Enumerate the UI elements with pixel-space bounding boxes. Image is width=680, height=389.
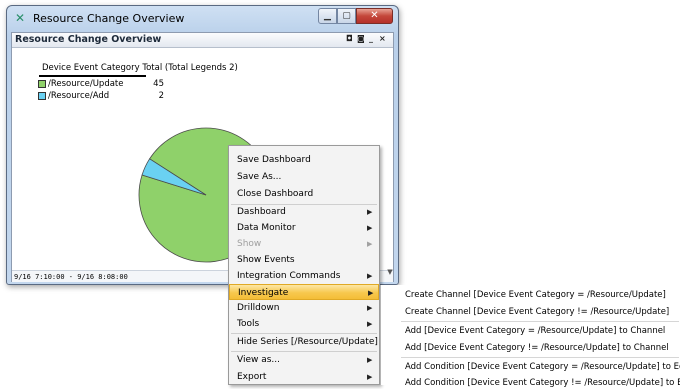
investigate-submenu: Create Channel [Device Event Category = … (380, 285, 680, 388)
menu-item-label: Dashboard (237, 207, 286, 217)
menu-item-label: View as... (237, 355, 281, 365)
submenu-arrow-icon: ▶ (367, 208, 373, 216)
submenu-arrow-icon: ▶ (367, 356, 373, 364)
menu-item-drilldown[interactable]: Drilldown ▶ (229, 300, 379, 316)
submenu-separator (401, 357, 679, 358)
menu-item-label: Close Dashboard (237, 189, 314, 199)
menu-item-save-as[interactable]: Save As... (229, 169, 379, 185)
menu-item-data-monitor[interactable]: Data Monitor ▶ (229, 220, 379, 236)
menu-item-label: Save As... (237, 172, 282, 182)
menu-item-label: Integration Commands (237, 271, 341, 281)
menu-item-show-events[interactable]: Show Events (229, 252, 379, 268)
menu-item-view-as[interactable]: View as... ▶ (229, 352, 379, 368)
menu-item-close-dashboard[interactable]: Close Dashboard (229, 186, 379, 202)
arcsight-icon: ✕ (15, 11, 26, 25)
menu-item-dashboard[interactable]: Dashboard ▶ (229, 204, 379, 220)
menu-item-label: Drilldown (237, 303, 280, 313)
submenu-arrow-icon: ▶ (367, 320, 373, 328)
maximize-button[interactable]: ▢ (337, 8, 356, 24)
submenu-arrow-icon: ▶ (367, 272, 373, 280)
submenu-item-add-condition-not-equals[interactable]: Add Condition [Device Event Category != … (405, 377, 680, 389)
submenu-arrow-icon: ▶ (367, 373, 373, 381)
submenu-item-add-to-channel-equals[interactable]: Add [Device Event Category = /Resource/U… (405, 325, 665, 337)
menu-item-label: Show (237, 239, 262, 249)
submenu-arrow-icon: ▶ (367, 224, 373, 232)
submenu-item-create-channel-equals[interactable]: Create Channel [Device Event Category = … (405, 289, 666, 301)
menu-item-label: Show Events (237, 255, 295, 265)
window-titlebar[interactable]: ✕ Resource Change Overview ▁ ▢ ✕ (7, 6, 398, 30)
menu-item-export[interactable]: Export ▶ (229, 369, 379, 385)
submenu-item-create-channel-not-equals[interactable]: Create Channel [Device Event Category !=… (405, 306, 669, 318)
menu-item-integration-commands[interactable]: Integration Commands ▶ (229, 268, 379, 284)
submenu-separator (401, 321, 679, 322)
menu-item-label: Save Dashboard (237, 155, 311, 165)
menu-item-label: Data Monitor (237, 223, 296, 233)
menu-item-label: Tools (237, 319, 260, 329)
submenu-item-add-condition-equals[interactable]: Add Condition [Device Event Category = /… (405, 361, 680, 373)
close-icon: ✕ (370, 10, 379, 21)
menu-item-label: Investigate (238, 288, 289, 298)
submenu-item-add-to-channel-not-equals[interactable]: Add [Device Event Category != /Resource/… (405, 342, 669, 354)
minimize-icon: ▁ (324, 11, 331, 21)
window-title: Resource Change Overview (33, 12, 185, 25)
menu-item-investigate[interactable]: Investigate ▶ (229, 284, 379, 300)
scroll-down-icon[interactable]: ▼ (385, 268, 395, 280)
maximize-icon: ▢ (342, 11, 351, 21)
minimize-button[interactable]: ▁ (318, 8, 337, 24)
menu-item-hide-series[interactable]: Hide Series [/Resource/Update] (229, 334, 379, 350)
submenu-arrow-icon: ▶ (367, 240, 373, 248)
menu-item-show: Show ▶ (229, 236, 379, 252)
close-button[interactable]: ✕ (356, 8, 393, 24)
menu-item-save-dashboard[interactable]: Save Dashboard (229, 152, 379, 168)
menu-item-label: Export (237, 372, 267, 382)
submenu-arrow-icon: ▶ (367, 304, 373, 312)
menu-item-label: Hide Series [/Resource/Update] (237, 337, 378, 347)
menu-item-tools[interactable]: Tools ▶ (229, 316, 379, 332)
context-menu: Save Dashboard Save As... Close Dashboar… (228, 145, 380, 385)
submenu-arrow-icon: ▶ (368, 289, 374, 297)
